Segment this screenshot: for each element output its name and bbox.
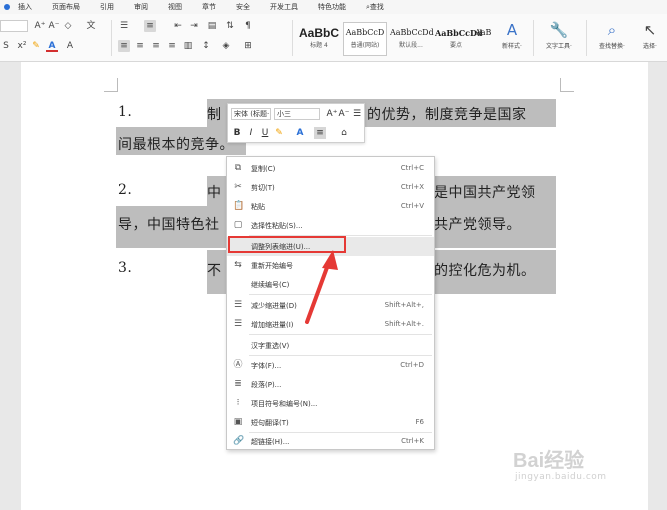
watermark: Bai经验 jingyan.baidu.com — [513, 438, 623, 490]
annotation-arrow — [305, 250, 338, 324]
watermark-url: jingyan.baidu.com — [515, 472, 607, 482]
wps-writer-window: { "menu": { "items": ["插入", "页面布局", "引用"… — [0, 0, 667, 510]
watermark-logo-text: Bai经验 — [513, 450, 585, 472]
